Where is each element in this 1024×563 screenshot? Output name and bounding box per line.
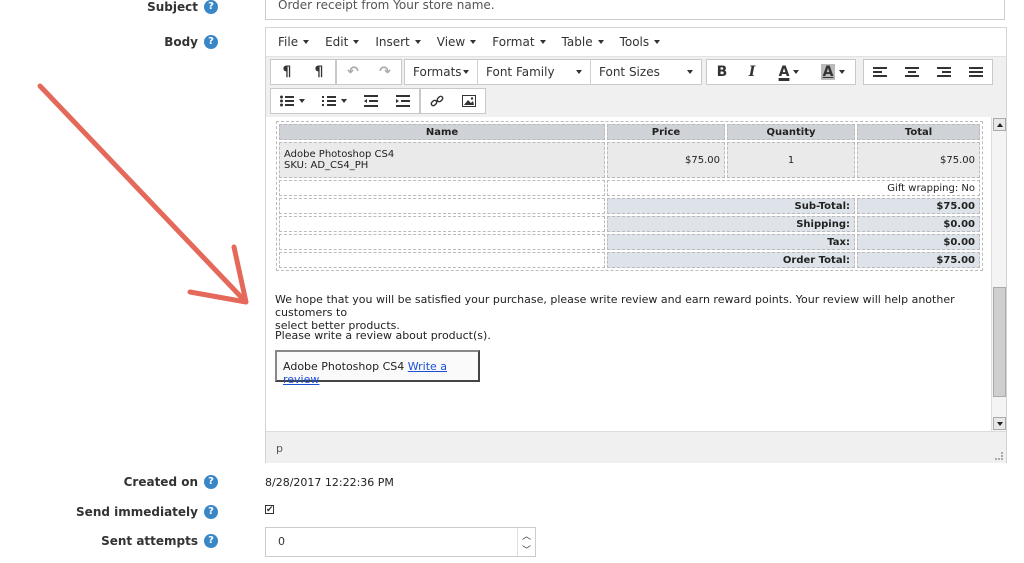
- annotation-arrow-icon: [37, 83, 249, 305]
